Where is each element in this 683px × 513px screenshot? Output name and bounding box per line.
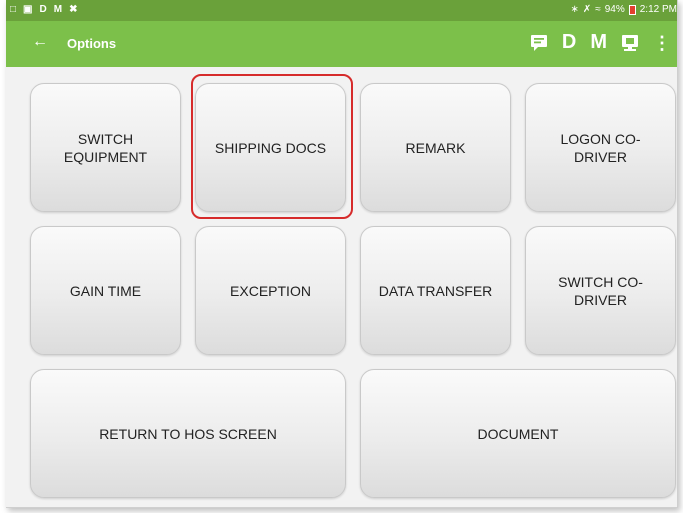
monitor-icon[interactable] <box>621 34 639 52</box>
mute-icon: ✗ <box>582 4 592 15</box>
bluetooth-icon: ∗ <box>570 4 579 15</box>
driver-d-button[interactable]: D <box>562 31 576 54</box>
remark-button[interactable]: REMARK <box>360 83 511 212</box>
switch-co-driver-button[interactable]: SWITCH CO-DRIVER <box>525 226 676 355</box>
notification-icons: □ ▣ D M ✖ <box>10 4 78 15</box>
clipboard-icon: □ <box>10 4 18 15</box>
sync-off-icon: ✖ <box>69 4 79 15</box>
battery-icon <box>628 4 636 15</box>
arrow-left-icon[interactable]: ← <box>32 33 48 51</box>
notification-m: M <box>53 4 64 15</box>
notification-d: D <box>39 4 48 15</box>
more-vert-icon[interactable]: ⋮ <box>653 33 671 53</box>
image-icon: ▣ <box>23 4 34 15</box>
page-title: Options <box>67 36 117 51</box>
app-bar-actions: D M ⋮ <box>530 31 671 54</box>
gain-time-button[interactable]: GAIN TIME <box>30 226 181 355</box>
driver-m-button[interactable]: M <box>590 31 607 54</box>
data-transfer-button[interactable]: DATA TRANSFER <box>360 226 511 355</box>
switch-equipment-button[interactable]: SWITCH EQUIPMENT <box>30 83 181 212</box>
battery-percent: 94% <box>604 4 625 15</box>
document-button[interactable]: DOCUMENT <box>360 369 676 498</box>
system-status: ∗ ✗ ≈ 94% 2:12 PM <box>570 4 677 15</box>
wifi-icon: ≈ <box>595 4 601 15</box>
device-screen: □ ▣ D M ✖ ∗ ✗ ≈ 94% 2:12 PM ← Options D … <box>6 0 678 508</box>
shipping-docs-button[interactable]: SHIPPING DOCS <box>195 83 346 212</box>
exception-button[interactable]: EXCEPTION <box>195 226 346 355</box>
chat-icon[interactable] <box>530 34 548 52</box>
status-bar: □ ▣ D M ✖ ∗ ✗ ≈ 94% 2:12 PM <box>6 0 677 21</box>
return-to-hos-button[interactable]: RETURN TO HOS SCREEN <box>30 369 346 498</box>
clock: 2:12 PM <box>639 4 677 15</box>
logon-co-driver-button[interactable]: LOGON CO-DRIVER <box>525 83 676 212</box>
app-bar: ← Options D M ⋮ <box>6 21 677 67</box>
